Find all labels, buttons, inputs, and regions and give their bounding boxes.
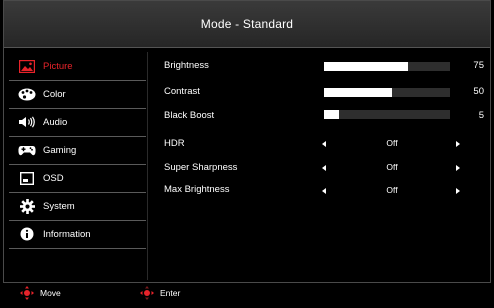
hdr-left-arrow-icon[interactable]: [322, 141, 326, 147]
contrast-slider[interactable]: [324, 88, 450, 97]
dpad-enter-icon: [140, 286, 154, 300]
sidebar-item-color[interactable]: Color: [9, 80, 146, 108]
sidebar-item-system[interactable]: System: [9, 192, 146, 220]
black-boost-slider[interactable]: [324, 110, 450, 119]
sidebar-item-picture[interactable]: Picture: [9, 52, 146, 80]
max-brightness-label: Max Brightness: [164, 184, 230, 195]
sidebar-item-label: Audio: [43, 116, 68, 128]
move-hint: Move: [20, 286, 61, 300]
contrast-label: Contrast: [164, 86, 200, 97]
sidebar-item-label: OSD: [43, 172, 64, 184]
hdr-value: Off: [386, 138, 398, 148]
black-boost-label: Black Boost: [164, 110, 215, 121]
sidebar-item-label: Information: [43, 228, 91, 240]
contrast-slider-fill: [324, 88, 393, 97]
super-sharpness-value: Off: [386, 162, 398, 172]
sidebar-item-gaming[interactable]: Gaming: [9, 136, 146, 164]
max-brightness-right-arrow-icon[interactable]: [456, 188, 460, 194]
picture-icon: [17, 58, 37, 74]
panel-separator: [147, 52, 148, 280]
super-sharpness-left-arrow-icon[interactable]: [322, 165, 326, 171]
mode-title: Mode - Standard: [200, 17, 294, 31]
sidebar-item-label: Gaming: [43, 144, 77, 156]
sidebar-item-osd[interactable]: OSD: [9, 164, 146, 192]
brightness-label: Brightness: [164, 60, 209, 71]
speaker-icon: [17, 114, 37, 130]
osd-window-icon: [17, 170, 37, 186]
palette-icon: [17, 86, 37, 102]
sidebar-item-label: Picture: [43, 60, 73, 72]
sidebar-item-audio[interactable]: Audio: [9, 108, 146, 136]
sidebar: Picture Color Audio Gaming OSD System In…: [9, 52, 146, 280]
brightness-slider-fill: [324, 62, 409, 71]
enter-hint: Enter: [140, 286, 180, 300]
dpad-move-icon: [20, 286, 34, 300]
black-boost-value: 5: [478, 110, 484, 121]
hdr-right-arrow-icon[interactable]: [456, 141, 460, 147]
sidebar-item-information[interactable]: Information: [9, 220, 146, 248]
super-sharpness-right-arrow-icon[interactable]: [456, 165, 460, 171]
hdr-label: HDR: [164, 138, 185, 149]
max-brightness-value: Off: [386, 185, 398, 195]
brightness-value: 75: [473, 60, 484, 71]
super-sharpness-label: Super Sharpness: [164, 162, 238, 173]
move-label: Move: [40, 288, 61, 298]
sidebar-item-label: Color: [43, 88, 66, 100]
title-bar: Mode - Standard: [4, 1, 490, 48]
max-brightness-left-arrow-icon[interactable]: [322, 188, 326, 194]
divider: [9, 248, 146, 249]
info-icon: [17, 226, 37, 242]
contrast-value: 50: [473, 86, 484, 97]
osd-menu: Mode - Standard Picture Color Audio Gami…: [0, 0, 494, 308]
enter-label: Enter: [160, 288, 181, 298]
gear-icon: [17, 198, 37, 214]
black-boost-slider-fill: [324, 110, 340, 119]
sidebar-item-label: System: [43, 200, 75, 212]
brightness-slider[interactable]: [324, 62, 450, 71]
gamepad-icon: [17, 142, 37, 158]
